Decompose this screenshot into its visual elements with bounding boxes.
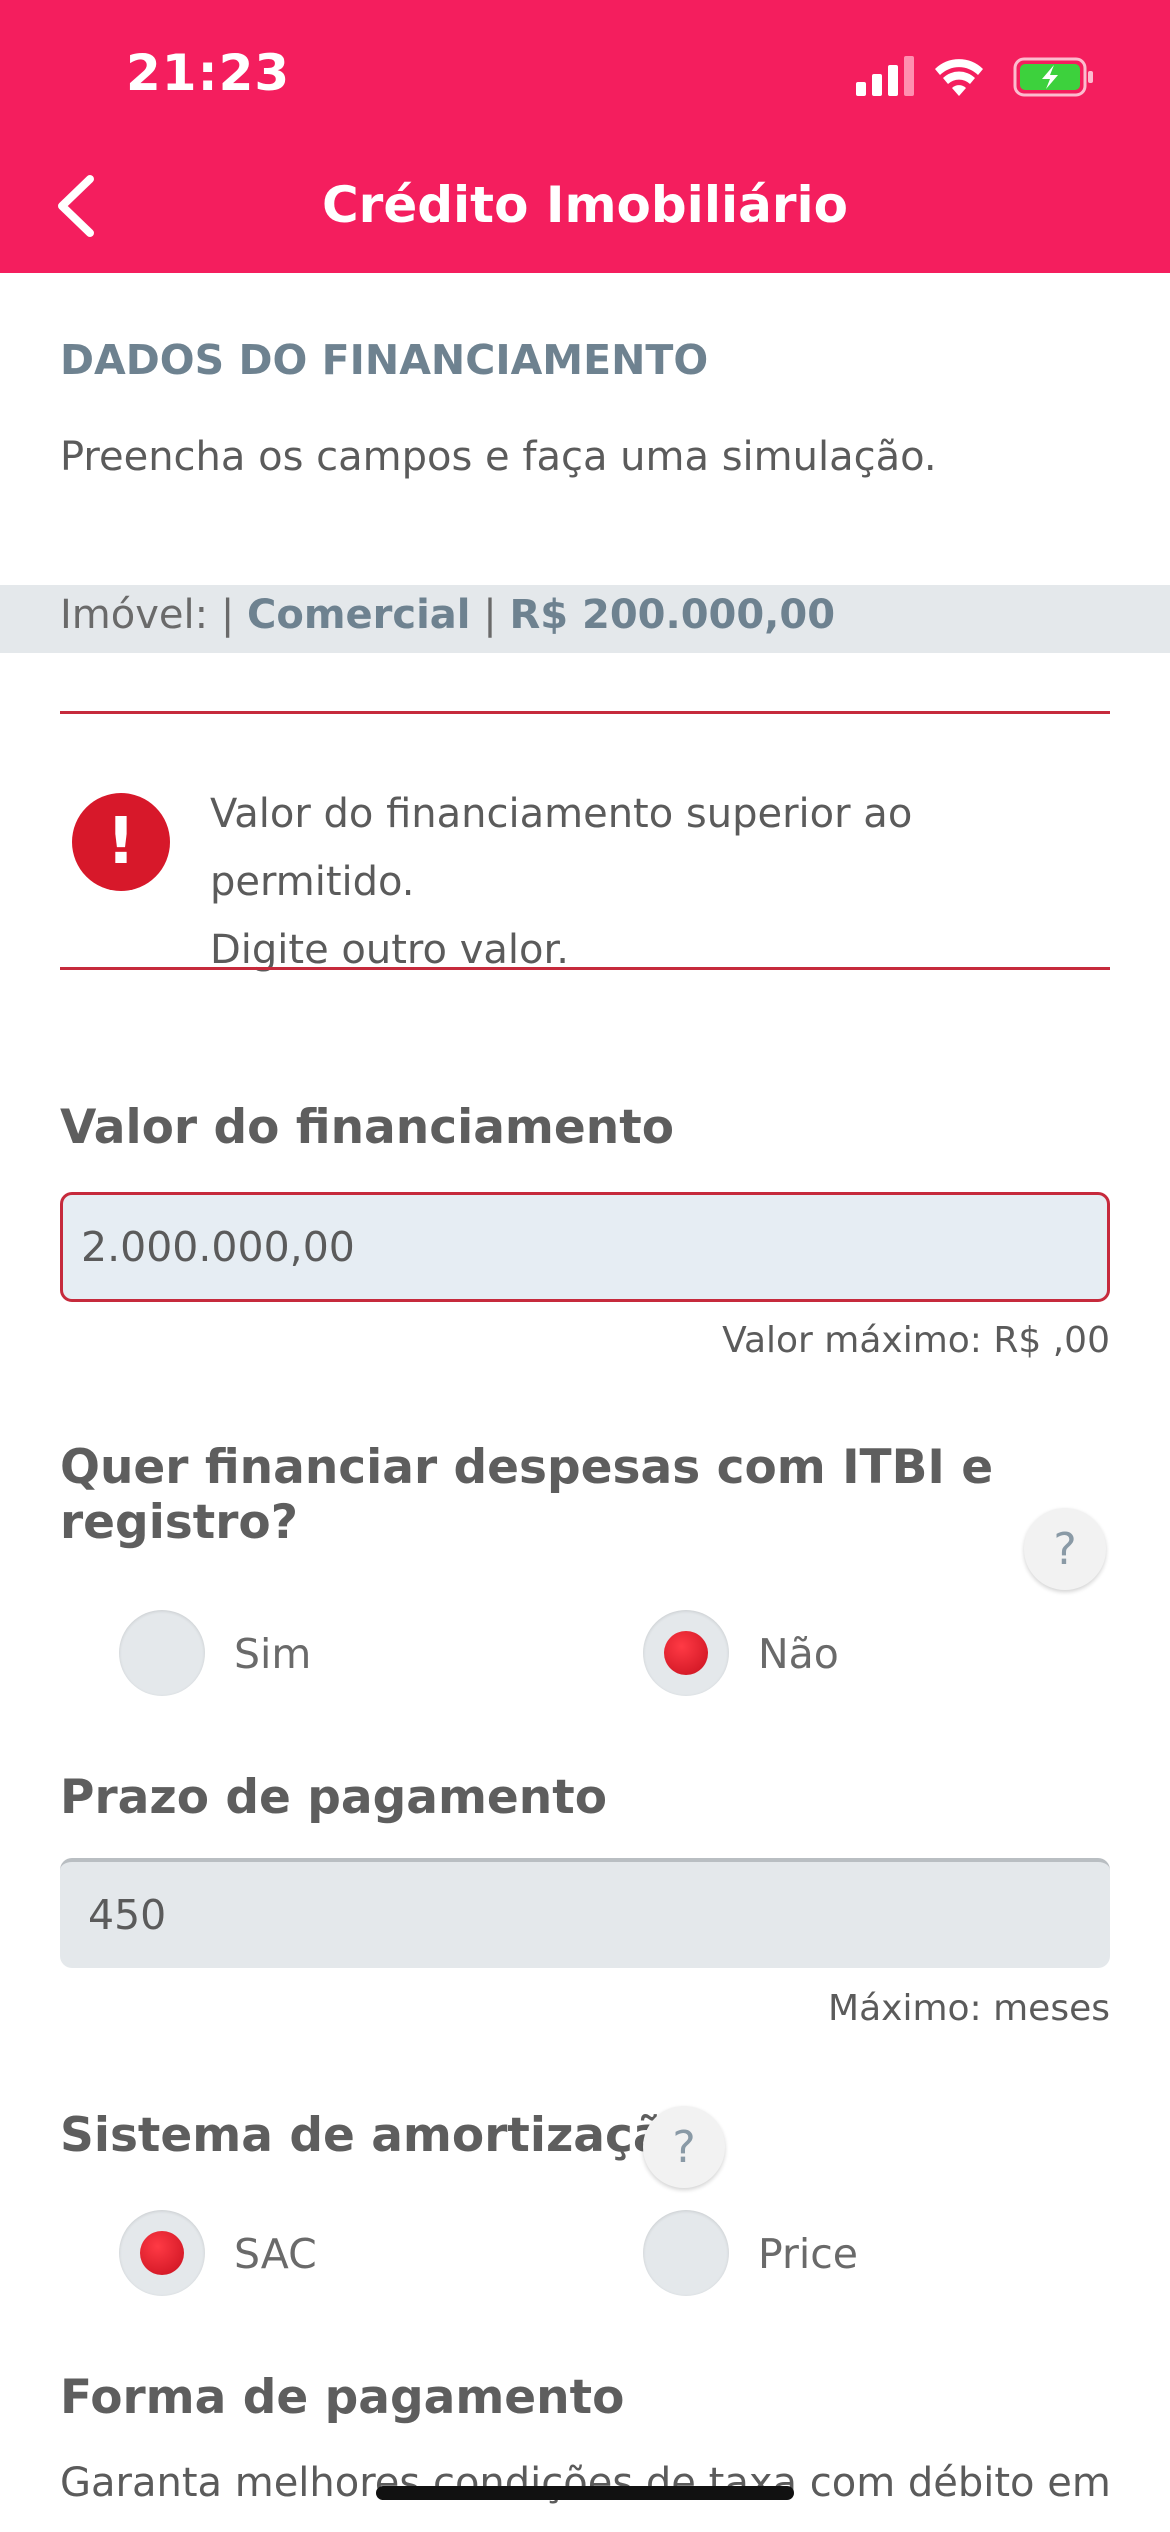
amortization-help-button[interactable]: ?: [643, 2106, 725, 2188]
term-input[interactable]: 450: [60, 1858, 1110, 1968]
section-subtitle: Preencha os campos e faça uma simulação.: [60, 434, 937, 480]
radio-selected-dot: [140, 2231, 184, 2275]
status-icons: [856, 56, 1093, 97]
amortization-option-price-label[interactable]: Price: [758, 2230, 858, 2278]
property-prefix: Imóvel: |: [60, 592, 235, 638]
alert-message-line2: Digite outro valor.: [210, 927, 569, 973]
alert-message: Valor do financiamento superior ao permi…: [210, 780, 1110, 984]
amortization-radio-price[interactable]: [643, 2210, 729, 2296]
property-separator: |: [483, 592, 497, 638]
app-header: 21:23 Crédito Imobiliário: [0, 0, 1170, 273]
term-label: Prazo de pagamento: [60, 1770, 608, 1825]
expenses-option-sim-label[interactable]: Sim: [234, 1630, 311, 1678]
alert-bottom-divider: [60, 967, 1110, 970]
exclamation-icon: !: [72, 793, 170, 891]
alert-message-line1: Valor do financiamento superior ao permi…: [210, 791, 913, 905]
financing-max-hint: Valor máximo: R$ ,00: [722, 1320, 1110, 1361]
section-title: DADOS DO FINANCIAMENTO: [60, 336, 709, 384]
term-max-hint: Máximo: meses: [828, 1988, 1110, 2029]
amortization-option-sac-label[interactable]: SAC: [234, 2230, 317, 2278]
property-type: Comercial: [247, 592, 471, 638]
amortization-radio-sac[interactable]: [119, 2210, 205, 2296]
status-time: 21:23: [126, 44, 291, 102]
radio-selected-dot: [664, 1631, 708, 1675]
property-value: R$ 200.000,00: [509, 592, 836, 638]
expenses-question-label: Quer financiar despesas com ITBI e regis…: [60, 1440, 994, 1550]
expenses-radio-nao[interactable]: [643, 1610, 729, 1696]
amortization-label: Sistema de amortização: [60, 2108, 697, 2163]
financing-value-input[interactable]: 2.000.000,00: [60, 1192, 1110, 1302]
expenses-option-nao-label[interactable]: Não: [758, 1630, 839, 1678]
wifi-icon: [935, 59, 983, 96]
financing-label: Valor do financiamento: [60, 1100, 674, 1155]
expenses-radio-sim[interactable]: [119, 1610, 205, 1696]
property-summary: Imóvel: | Comercial | R$ 200.000,00: [60, 592, 835, 638]
signal-icon: [856, 56, 914, 96]
term-value-text: 450: [88, 1891, 167, 1939]
alert-top-divider: [60, 711, 1110, 714]
battery-icon: [1013, 57, 1093, 97]
payment-label: Forma de pagamento: [60, 2370, 625, 2425]
home-indicator[interactable]: [376, 2486, 794, 2500]
expenses-help-button[interactable]: ?: [1024, 1508, 1106, 1590]
page-title: Crédito Imobiliário: [321, 176, 848, 234]
financing-value-text: 2.000.000,00: [81, 1223, 355, 1271]
